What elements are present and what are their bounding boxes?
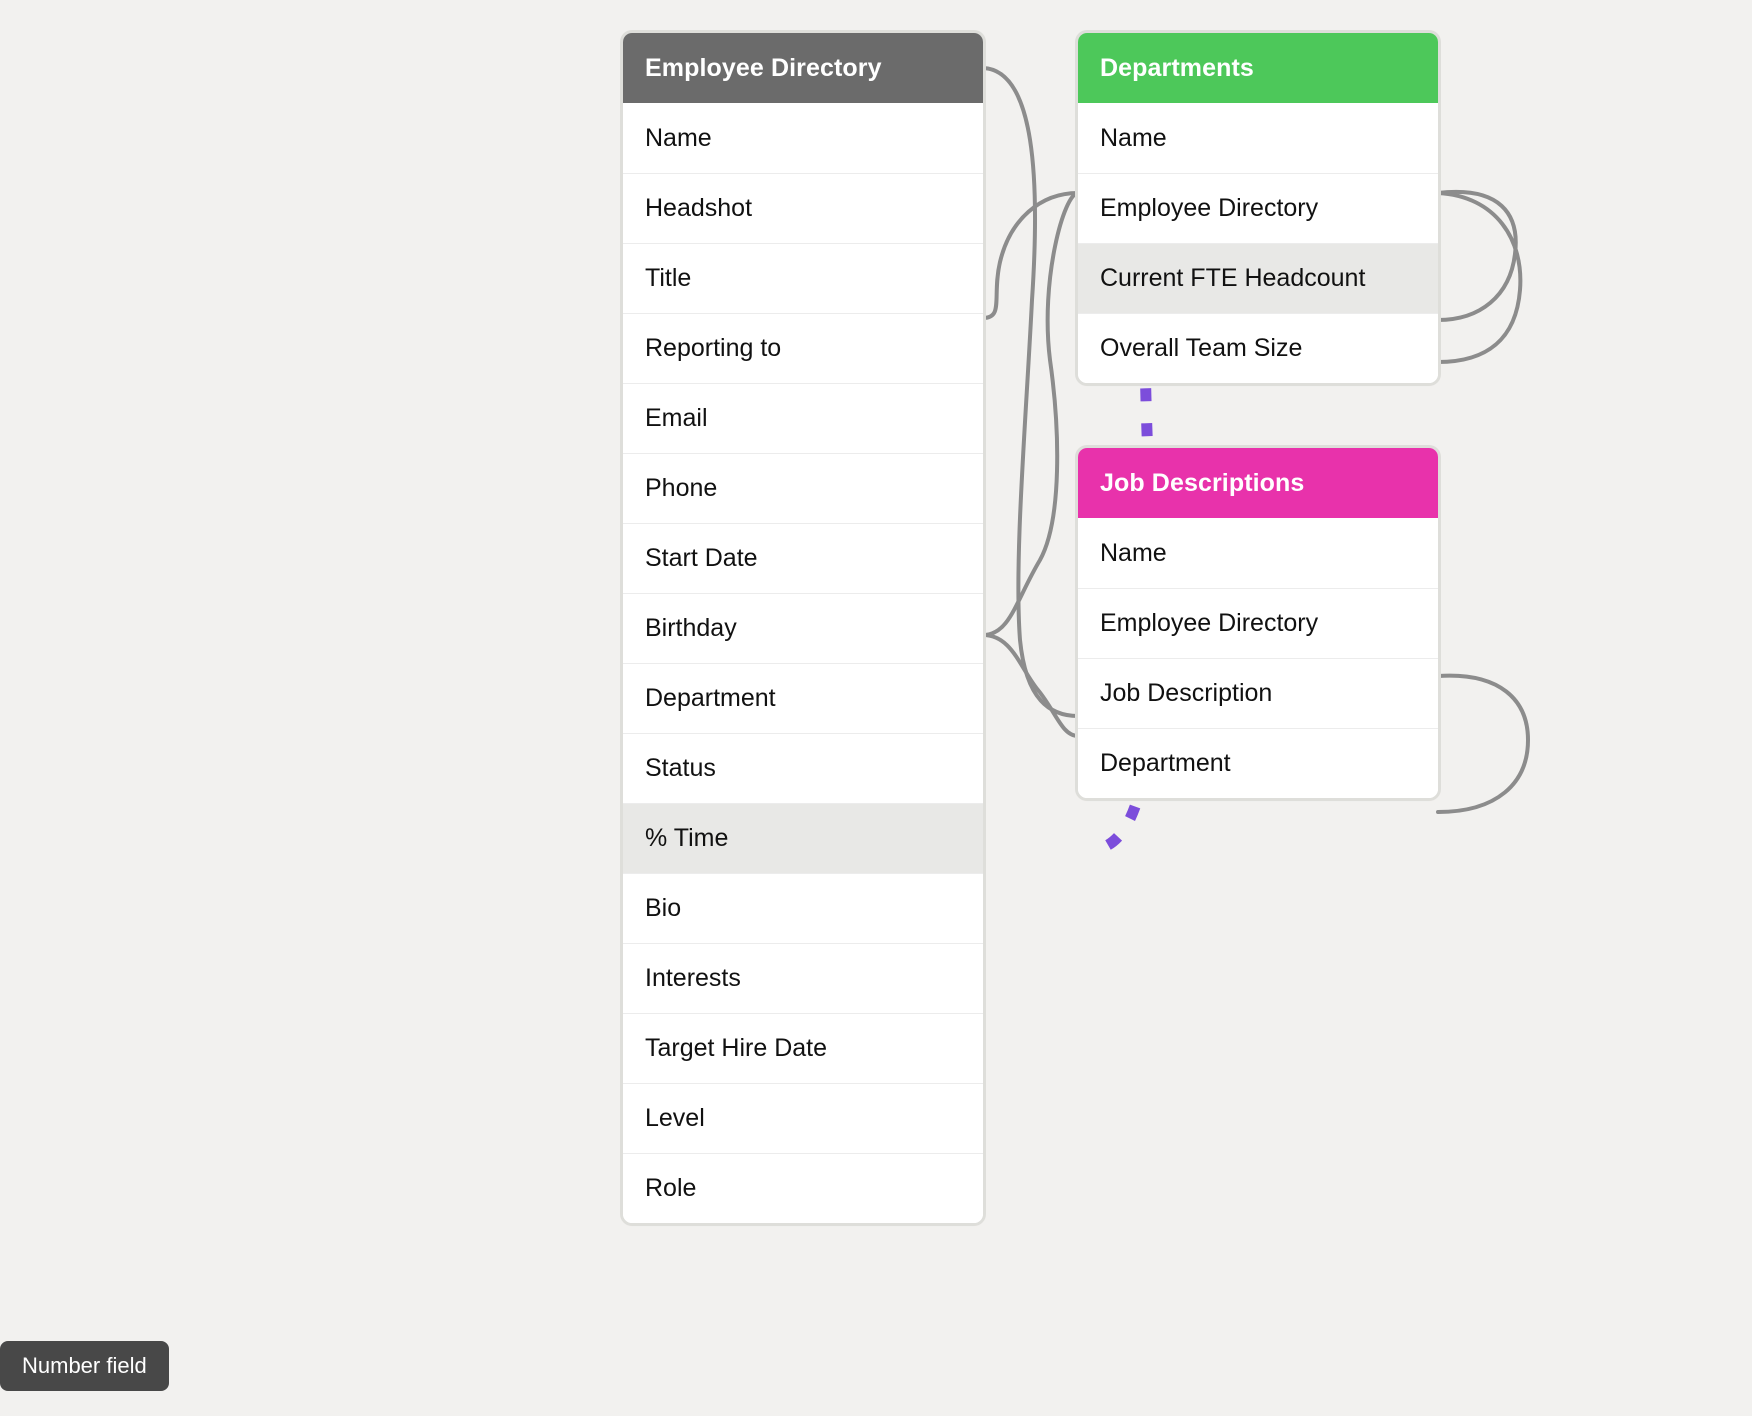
field-row[interactable]: Name bbox=[1078, 103, 1438, 173]
field-row[interactable]: Headshot bbox=[623, 173, 983, 243]
table-title: Job Descriptions bbox=[1100, 468, 1305, 497]
field-label: Name bbox=[645, 123, 712, 152]
field-label: Status bbox=[645, 754, 716, 782]
field-row[interactable]: Phone bbox=[623, 453, 983, 523]
table-card-job-descriptions[interactable]: Job Descriptions Name Employee Directory J… bbox=[1078, 448, 1438, 798]
field-row[interactable]: Department bbox=[623, 663, 983, 733]
field-row[interactable]: Birthday bbox=[623, 593, 983, 663]
connector-departments-self-loop-lower bbox=[1436, 191, 1523, 364]
field-list-departments: Name Employee Directory Current FTE Headco… bbox=[1078, 103, 1438, 383]
field-list-job-descriptions: Name Employee Directory Job Description Dep… bbox=[1078, 518, 1438, 798]
table-card-employee-directory[interactable]: Employee Directory Name Headshot Title Repo… bbox=[623, 33, 983, 1223]
field-row[interactable]: Employee Directory bbox=[1078, 173, 1438, 243]
field-label: Reporting to bbox=[645, 334, 782, 362]
tooltip-label: Number field bbox=[22, 1353, 147, 1378]
field-row[interactable]: Status bbox=[623, 733, 983, 803]
table-title: Employee Directory bbox=[645, 53, 882, 82]
field-row[interactable]: Email bbox=[623, 383, 983, 453]
connector-departments-self-loop-upper bbox=[1436, 189, 1518, 322]
field-row[interactable]: Role bbox=[623, 1153, 983, 1223]
field-label: Department bbox=[645, 684, 776, 712]
field-label: Start Date bbox=[645, 544, 758, 572]
field-label: Headshot bbox=[645, 194, 753, 222]
connector-employee-directory-to-departments-name bbox=[981, 66, 1080, 718]
field-label: Birthday bbox=[645, 614, 737, 642]
field-label: Bio bbox=[645, 894, 682, 922]
table-header-job-descriptions[interactable]: Job Descriptions bbox=[1078, 448, 1438, 518]
field-label: Level bbox=[645, 1104, 705, 1132]
field-row[interactable]: Name bbox=[1078, 518, 1438, 588]
field-label: Role bbox=[645, 1174, 697, 1202]
field-row[interactable]: Bio bbox=[623, 873, 983, 943]
field-label: Name bbox=[1100, 123, 1167, 152]
field-row[interactable]: % Time bbox=[623, 803, 983, 873]
field-row[interactable]: Start Date bbox=[623, 523, 983, 593]
field-row[interactable]: Reporting to bbox=[623, 313, 983, 383]
connector-job-descriptions-self-loop bbox=[1436, 673, 1531, 814]
field-row[interactable]: Target Hire Date bbox=[623, 1013, 983, 1083]
field-row[interactable]: Current FTE Headcount bbox=[1078, 243, 1438, 313]
field-row[interactable]: Interests bbox=[623, 943, 983, 1013]
connector-employee-directory-to-job-descriptions-employee-directory bbox=[981, 633, 1080, 738]
field-type-tooltip: Number field bbox=[0, 1341, 169, 1391]
connector-employee-directory-department-to-job-descriptions bbox=[981, 191, 1080, 637]
field-row[interactable]: Department bbox=[1078, 728, 1438, 798]
field-label: Job Description bbox=[1100, 679, 1273, 707]
field-label: Employee Directory bbox=[1100, 609, 1319, 637]
schema-canvas: Employee Directory Name Headshot Title Repo… bbox=[0, 0, 1752, 1416]
field-row[interactable]: Job Description bbox=[1078, 658, 1438, 728]
field-label: Title bbox=[645, 264, 692, 292]
field-row[interactable]: Name bbox=[623, 103, 983, 173]
field-label: Interests bbox=[645, 964, 741, 992]
field-list-employee-directory: Name Headshot Title Reporting to Email Phone S… bbox=[623, 103, 983, 1223]
table-card-departments[interactable]: Departments Name Employee Directory Curren… bbox=[1078, 33, 1438, 383]
table-title: Departments bbox=[1100, 53, 1254, 82]
table-header-employee-directory[interactable]: Employee Directory bbox=[623, 33, 983, 103]
table-header-departments[interactable]: Departments bbox=[1078, 33, 1438, 103]
field-label: Target Hire Date bbox=[645, 1034, 828, 1062]
field-label: Employee Directory bbox=[1100, 194, 1319, 222]
field-label: Name bbox=[1100, 538, 1167, 567]
field-label: Phone bbox=[645, 474, 718, 502]
field-label: Email bbox=[645, 404, 708, 432]
field-row[interactable]: Title bbox=[623, 243, 983, 313]
field-label: Current FTE Headcount bbox=[1100, 264, 1366, 292]
field-label: Overall Team Size bbox=[1100, 334, 1303, 362]
field-label: % Time bbox=[645, 824, 729, 852]
field-row[interactable]: Employee Directory bbox=[1078, 588, 1438, 658]
field-label: Department bbox=[1100, 749, 1231, 777]
field-row[interactable]: Overall Team Size bbox=[1078, 313, 1438, 383]
field-row[interactable]: Level bbox=[623, 1083, 983, 1153]
connector-departments-employee-directory-to-employee-directory-department bbox=[981, 191, 1080, 320]
